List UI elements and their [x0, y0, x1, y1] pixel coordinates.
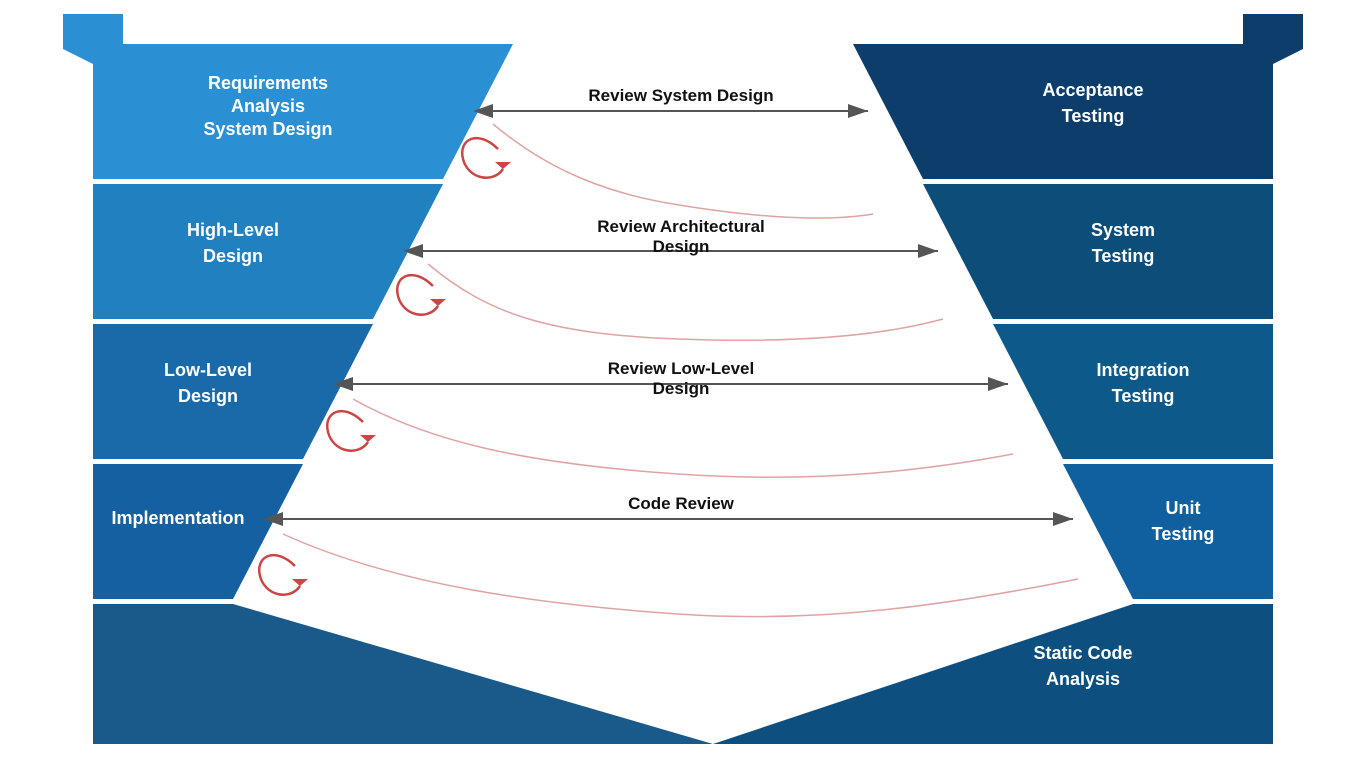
loop-0 [462, 138, 503, 178]
loop-2 [327, 411, 368, 451]
right-phase-4-label2: Analysis [1046, 669, 1120, 689]
curve-2 [353, 399, 1013, 477]
right-phase-1-label: System [1091, 220, 1155, 240]
left-phase-2-label2: Design [178, 386, 238, 406]
right-phase-2-label2: Testing [1112, 386, 1175, 406]
curve-0 [493, 124, 873, 218]
left-phase-0-label: Requirements [208, 73, 328, 93]
right-phase-0-label: Acceptance [1042, 80, 1143, 100]
left-phase-1-label2: Design [203, 246, 263, 266]
loop-0-arrow [495, 162, 511, 169]
right-phase-4-label: Static Code [1033, 643, 1132, 663]
left-bottom [93, 604, 713, 744]
loop-1 [397, 275, 438, 315]
right-phase-1-label2: Testing [1092, 246, 1155, 266]
left-phase-1 [93, 184, 443, 319]
loop-3 [259, 555, 300, 595]
left-phase-0-label3: System Design [203, 119, 332, 139]
center-label-0: Review System Design [588, 86, 773, 105]
right-phase-2-label: Integration [1097, 360, 1190, 380]
left-phase-1-label: High-Level [187, 220, 279, 240]
curve-1 [428, 264, 943, 340]
center-label-1: Review Architectural [597, 217, 765, 236]
v-model-diagram: Requirements Analysis System Design High… [33, 14, 1333, 754]
center-label-2b: Design [653, 379, 710, 398]
left-phase-3-label: Implementation [111, 508, 244, 528]
loop-1-arrow [430, 299, 446, 306]
right-phase-0-label2: Testing [1062, 106, 1125, 126]
loop-2-arrow [360, 435, 376, 442]
right-phase-4 [713, 604, 1273, 744]
left-phase-3 [93, 464, 303, 599]
right-phase-3-label: Unit [1166, 498, 1201, 518]
center-label-1b: Design [653, 237, 710, 256]
left-phase-0-label2: Analysis [231, 96, 305, 116]
center-label-2: Review Low-Level [608, 359, 754, 378]
loop-3-arrow [292, 579, 308, 586]
center-label-3: Code Review [628, 494, 735, 513]
curve-3 [283, 534, 1078, 617]
left-phase-2-label: Low-Level [164, 360, 252, 380]
right-phase-3-label2: Testing [1152, 524, 1215, 544]
